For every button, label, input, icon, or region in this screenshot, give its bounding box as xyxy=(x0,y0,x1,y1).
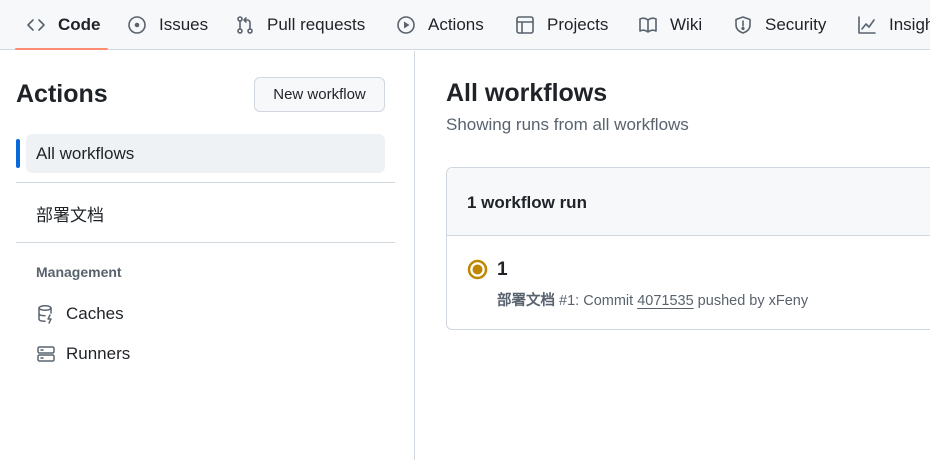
repo-nav: Code Issues Pull requests Actions Projec… xyxy=(0,0,930,50)
active-item-indicator xyxy=(16,139,20,168)
sidebar-item-runners[interactable]: Runners xyxy=(36,342,130,366)
tab-insights[interactable]: Insights xyxy=(857,0,930,50)
tab-issues-label: Issues xyxy=(159,15,209,34)
git-pull-request-icon xyxy=(237,16,253,34)
code-icon xyxy=(27,19,45,31)
new-workflow-button[interactable]: New workflow xyxy=(254,77,385,112)
run-meta: 部署文档 #1: Commit 4071535 pushed by xFeny xyxy=(497,289,808,310)
actions-sidebar: Actions New workflow All workflows 部署文档 … xyxy=(0,51,415,460)
sidebar-divider xyxy=(16,182,395,183)
management-heading: Management xyxy=(36,264,122,280)
active-tab-underline xyxy=(15,48,108,50)
tab-security[interactable]: Security xyxy=(733,0,826,50)
commit-sha-link[interactable]: 4071535 xyxy=(637,293,693,309)
sidebar-item-label: Runners xyxy=(66,344,131,363)
shield-icon xyxy=(735,16,751,34)
tab-pull-requests-label: Pull requests xyxy=(267,15,366,34)
run-title-link[interactable]: 1 xyxy=(497,259,508,281)
sidebar-item-workflow[interactable]: 部署文档 xyxy=(26,194,385,233)
server-icon xyxy=(37,346,55,362)
tab-actions-label: Actions xyxy=(428,15,484,34)
tab-code-label: Code xyxy=(58,15,101,34)
tab-issues[interactable]: Issues xyxy=(127,0,208,50)
sidebar-title: Actions xyxy=(16,80,108,108)
sidebar-item-all-workflows[interactable]: All workflows xyxy=(26,134,385,173)
tab-projects-label: Projects xyxy=(547,15,609,34)
graph-icon xyxy=(858,16,876,34)
sidebar-item-label: All workflows xyxy=(36,143,135,163)
runs-count: 1 workflow run xyxy=(467,193,587,212)
tab-insights-label: Insights xyxy=(889,15,930,34)
tab-projects[interactable]: Projects xyxy=(515,0,608,50)
page-subtitle: Showing runs from all workflows xyxy=(446,115,689,134)
tab-wiki[interactable]: Wiki xyxy=(638,0,702,50)
tab-code[interactable]: Code xyxy=(26,0,101,50)
table-icon xyxy=(516,16,534,34)
sidebar-item-label: 部署文档 xyxy=(36,206,104,225)
book-icon xyxy=(639,17,657,33)
run-workflow-name: 部署文档 xyxy=(497,293,555,309)
database-icon xyxy=(38,305,52,324)
tab-actions[interactable]: Actions xyxy=(396,0,484,50)
tab-wiki-label: Wiki xyxy=(670,15,703,34)
issue-opened-icon xyxy=(128,16,146,34)
play-icon xyxy=(397,16,415,34)
page-title: All workflows xyxy=(446,79,608,107)
sidebar-divider xyxy=(16,242,395,243)
run-pushed-by: pushed by xFeny xyxy=(693,293,809,309)
sidebar-item-label: Caches xyxy=(66,304,124,323)
tab-pull-requests[interactable]: Pull requests xyxy=(235,0,365,50)
tab-security-label: Security xyxy=(765,15,827,34)
run-number: #1 xyxy=(559,293,576,309)
workflow-runs-list: 1 workflow run 1 部署文档 #1: Commit 4071535… xyxy=(446,167,930,330)
run-event-prefix: : Commit xyxy=(575,293,638,309)
runs-list-header: 1 workflow run xyxy=(447,168,930,236)
in-progress-status-icon xyxy=(467,259,488,280)
sidebar-item-caches[interactable]: Caches xyxy=(36,302,124,326)
